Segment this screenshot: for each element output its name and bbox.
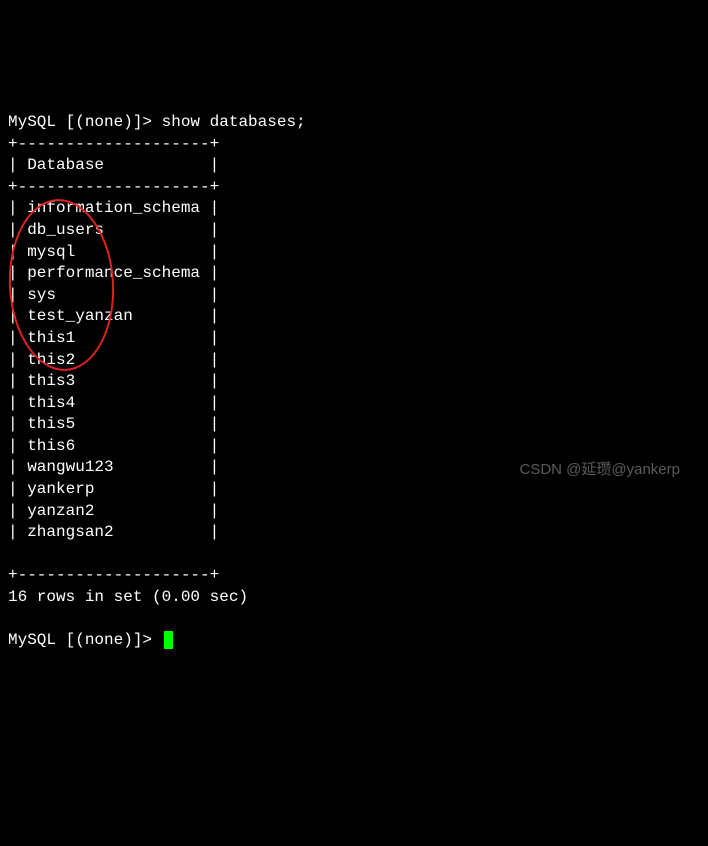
- table-border-mid: +--------------------+: [8, 178, 219, 196]
- terminal-output: MySQL [(none)]> show databases; +-------…: [8, 90, 700, 651]
- sql-command: show databases;: [162, 113, 306, 131]
- prompt-line-1[interactable]: MySQL [(none)]> show databases;: [8, 113, 306, 131]
- mysql-prompt-2: MySQL [(none)]>: [8, 631, 162, 649]
- result-summary: 16 rows in set (0.00 sec): [8, 588, 248, 606]
- table-rows: | information_schema | | db_users | | my…: [8, 198, 700, 544]
- table-header: | Database |: [8, 156, 219, 174]
- table-border-bottom: +--------------------+: [8, 566, 219, 584]
- cursor-icon: [164, 631, 173, 649]
- table-border-top: +--------------------+: [8, 135, 219, 153]
- prompt-line-2[interactable]: MySQL [(none)]>: [8, 631, 173, 649]
- watermark-text: CSDN @延瓒@yankerp: [520, 460, 681, 480]
- mysql-prompt: MySQL [(none)]>: [8, 113, 162, 131]
